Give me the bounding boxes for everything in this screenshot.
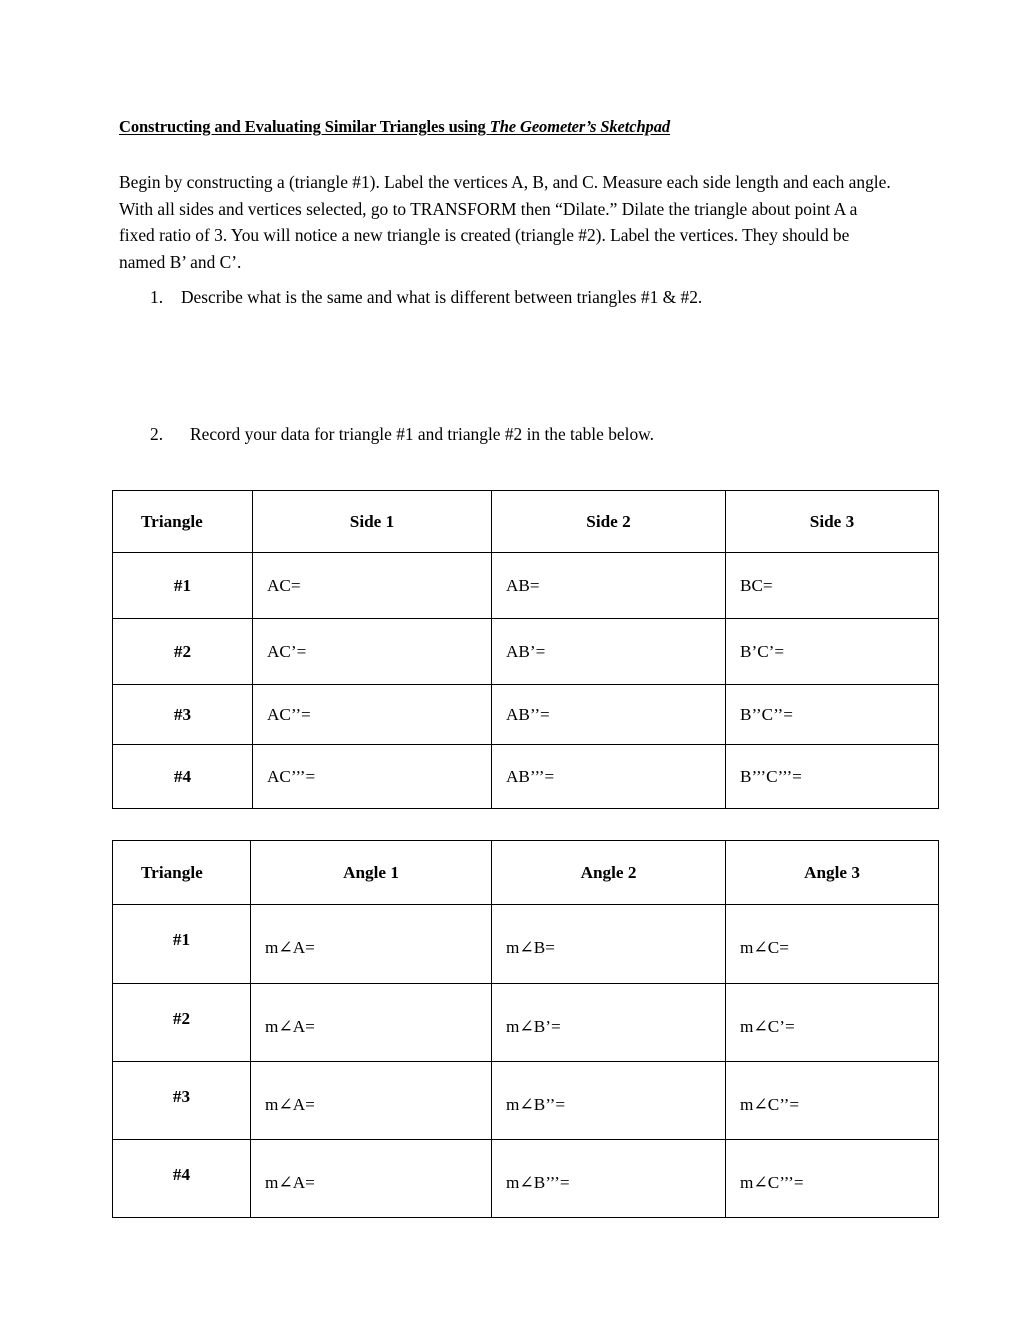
cell-side3-triangle-3[interactable]: B’’C’’=: [725, 684, 939, 745]
cell-side1-triangle-4[interactable]: AC’’’=: [252, 744, 492, 809]
cell-side1-triangle-3[interactable]: AC’’=: [252, 684, 492, 745]
page-title: Constructing and Evaluating Similar Tria…: [119, 116, 909, 138]
table-row: #4 m∠A= m∠B’’’= m∠C’’’=: [112, 1139, 939, 1218]
table-row: #2 AC’= AB’= B’C’=: [112, 618, 939, 685]
cell-side3-triangle-1[interactable]: BC=: [725, 552, 939, 619]
row-label-triangle-1: #1: [112, 904, 251, 984]
cell-angle3-triangle-4[interactable]: m∠C’’’=: [725, 1139, 939, 1218]
row-label-triangle-4: #4: [112, 744, 253, 809]
cell-side3-triangle-2[interactable]: B’C’=: [725, 618, 939, 685]
table-row: #2 m∠A= m∠B’= m∠C’=: [112, 983, 939, 1062]
cell-angle1-triangle-4[interactable]: m∠A=: [250, 1139, 492, 1218]
row-label-triangle-3: #3: [112, 684, 253, 745]
cell-angle1-triangle-3[interactable]: m∠A=: [250, 1061, 492, 1140]
intro-paragraph: Begin by constructing a (triangle #1). L…: [119, 172, 891, 272]
cell-angle3-triangle-1[interactable]: m∠C=: [725, 904, 939, 984]
cell-side2-triangle-2[interactable]: AB’=: [491, 618, 726, 685]
document-page: Constructing and Evaluating Similar Tria…: [0, 0, 1020, 1320]
table-row: #4 AC’’’= AB’’’= B’’’C’’’=: [112, 744, 939, 809]
row-label-triangle-4: #4: [112, 1139, 251, 1218]
table-row: #3 m∠A= m∠B’’= m∠C’’=: [112, 1061, 939, 1140]
question-1-number: 1.: [150, 287, 164, 307]
cell-side2-triangle-1[interactable]: AB=: [491, 552, 726, 619]
cell-side1-triangle-2[interactable]: AC’=: [252, 618, 492, 685]
row-label-triangle-3: #3: [112, 1061, 251, 1140]
column-header-angle-3: Angle 3: [725, 840, 939, 905]
row-label-triangle-1: #1: [112, 552, 253, 619]
angles-data-table: Triangle Angle 1 Angle 2 Angle 3 #1 m∠A=…: [112, 840, 939, 1218]
column-header-triangle: Triangle: [112, 490, 253, 553]
question-2-text: Record your data for triangle #1 and tri…: [190, 424, 654, 444]
table-row: #3 AC’’= AB’’= B’’C’’=: [112, 684, 939, 745]
sides-data-table: Triangle Side 1 Side 2 Side 3 #1 AC= AB=…: [112, 490, 939, 809]
question-item-1: 1. Describe what is the same and what is …: [150, 284, 702, 310]
cell-angle3-triangle-2[interactable]: m∠C’=: [725, 983, 939, 1062]
row-label-triangle-2: #2: [112, 618, 253, 685]
cell-angle1-triangle-1[interactable]: m∠A=: [250, 904, 492, 984]
column-header-side-2: Side 2: [491, 490, 726, 553]
cell-angle1-triangle-2[interactable]: m∠A=: [250, 983, 492, 1062]
cell-side3-triangle-4[interactable]: B’’’C’’’=: [725, 744, 939, 809]
table-header-row: Triangle Angle 1 Angle 2 Angle 3: [112, 840, 939, 905]
cell-side2-triangle-3[interactable]: AB’’=: [491, 684, 726, 745]
column-header-angle-2: Angle 2: [491, 840, 726, 905]
cell-angle2-triangle-4[interactable]: m∠B’’’=: [491, 1139, 726, 1218]
column-header-triangle: Triangle: [112, 840, 251, 905]
page-title-plain: Constructing and Evaluating Similar Tria…: [119, 117, 490, 136]
cell-angle2-triangle-1[interactable]: m∠B=: [491, 904, 726, 984]
column-header-side-3: Side 3: [725, 490, 939, 553]
question-1-text: Describe what is the same and what is di…: [181, 287, 703, 307]
cell-angle2-triangle-3[interactable]: m∠B’’=: [491, 1061, 726, 1140]
column-header-angle-1: Angle 1: [250, 840, 492, 905]
question-2-number: 2.: [150, 424, 164, 444]
column-header-side-1: Side 1: [252, 490, 492, 553]
table-row: #1 m∠A= m∠B= m∠C=: [112, 904, 939, 984]
page-title-italic: The Geometer’s Sketchpad: [489, 117, 671, 136]
table-row: #1 AC= AB= BC=: [112, 552, 939, 619]
cell-side2-triangle-4[interactable]: AB’’’=: [491, 744, 726, 809]
cell-angle3-triangle-3[interactable]: m∠C’’=: [725, 1061, 939, 1140]
cell-side1-triangle-1[interactable]: AC=: [252, 552, 492, 619]
cell-angle2-triangle-2[interactable]: m∠B’=: [491, 983, 726, 1062]
row-label-triangle-2: #2: [112, 983, 251, 1062]
table-header-row: Triangle Side 1 Side 2 Side 3: [112, 490, 939, 553]
question-item-2: 2. Record your data for triangle #1 and t…: [150, 421, 654, 447]
